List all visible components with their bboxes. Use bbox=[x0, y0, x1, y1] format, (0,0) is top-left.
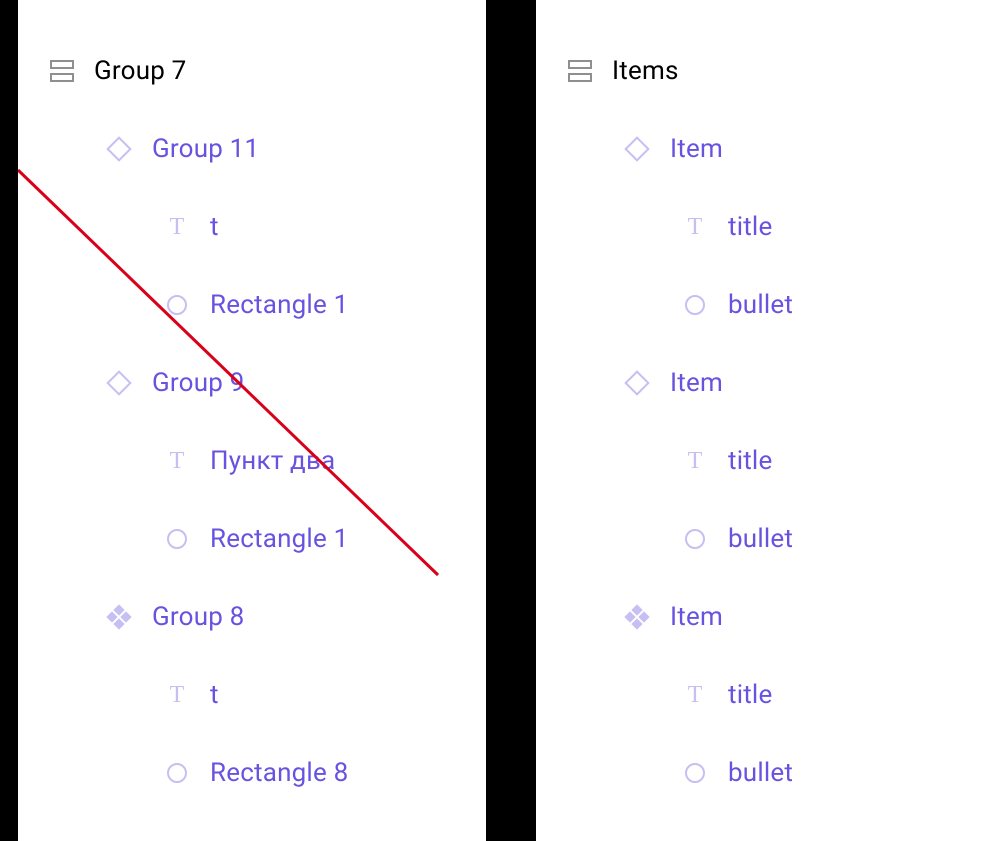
layer-label: Rectangle 1 bbox=[210, 290, 348, 320]
component-set-icon bbox=[108, 606, 152, 628]
layer-row-group[interactable]: Item bbox=[536, 344, 1000, 422]
layer-label: title bbox=[728, 446, 772, 476]
layer-label: Items bbox=[612, 56, 679, 86]
text-icon: T bbox=[684, 215, 728, 239]
layer-row-leaf[interactable]: Rectangle 1 bbox=[18, 500, 486, 578]
text-icon: T bbox=[166, 215, 210, 239]
layer-row-root[interactable]: Items bbox=[536, 32, 1000, 110]
layer-row-leaf[interactable]: Rectangle 1 bbox=[18, 266, 486, 344]
diamond-icon bbox=[626, 374, 670, 392]
layer-label: Rectangle 1 bbox=[210, 524, 348, 554]
layer-label: bullet bbox=[728, 524, 793, 554]
diamond-icon bbox=[108, 140, 152, 158]
layer-label: t bbox=[210, 680, 219, 710]
layer-label: Rectangle 8 bbox=[210, 758, 348, 788]
layer-label: Item bbox=[670, 368, 723, 398]
frame-icon bbox=[568, 60, 612, 82]
layer-label: Group 11 bbox=[152, 134, 259, 164]
layer-label: Пункт два bbox=[210, 446, 335, 476]
layer-row-leaf[interactable]: T t bbox=[18, 656, 486, 734]
layer-row-leaf[interactable]: bullet bbox=[536, 500, 1000, 578]
layer-row-leaf[interactable]: bullet bbox=[536, 734, 1000, 812]
layer-label: Item bbox=[670, 134, 723, 164]
layer-row-group[interactable]: Group 11 bbox=[18, 110, 486, 188]
layers-panel-right: Items Item T title bullet Item bbox=[536, 0, 1000, 841]
text-icon: T bbox=[684, 683, 728, 707]
layer-row-leaf[interactable]: T t bbox=[18, 188, 486, 266]
text-icon: T bbox=[166, 449, 210, 473]
text-icon: T bbox=[684, 449, 728, 473]
layer-label: Item bbox=[670, 602, 723, 632]
layer-label: Group 9 bbox=[152, 368, 245, 398]
layer-label: title bbox=[728, 680, 772, 710]
layer-label: title bbox=[728, 212, 772, 242]
frame-icon bbox=[50, 60, 94, 82]
component-set-icon bbox=[626, 606, 670, 628]
layer-row-leaf[interactable]: bullet bbox=[536, 266, 1000, 344]
layer-row-group[interactable]: Group 8 bbox=[18, 578, 486, 656]
layer-label: t bbox=[210, 212, 219, 242]
layer-label: Group 7 bbox=[94, 56, 187, 86]
circle-icon bbox=[684, 763, 728, 783]
diamond-icon bbox=[626, 140, 670, 158]
layer-row-root[interactable]: Group 7 bbox=[18, 32, 486, 110]
layer-row-leaf[interactable]: T title bbox=[536, 188, 1000, 266]
layer-row-group[interactable]: Item bbox=[536, 110, 1000, 188]
layer-row-group[interactable]: Group 9 bbox=[18, 344, 486, 422]
layer-row-group[interactable]: Item bbox=[536, 578, 1000, 656]
layers-panel-left: Group 7 Group 11 T t Rectangle 1 bbox=[18, 0, 486, 841]
layer-row-leaf[interactable]: T Пункт два bbox=[18, 422, 486, 500]
layer-row-leaf[interactable]: T title bbox=[536, 656, 1000, 734]
diamond-icon bbox=[108, 374, 152, 392]
layer-row-leaf[interactable]: T title bbox=[536, 422, 1000, 500]
text-icon: T bbox=[166, 683, 210, 707]
circle-icon bbox=[166, 295, 210, 315]
circle-icon bbox=[166, 529, 210, 549]
circle-icon bbox=[684, 529, 728, 549]
layer-label: Group 8 bbox=[152, 602, 245, 632]
layer-label: bullet bbox=[728, 758, 793, 788]
circle-icon bbox=[166, 763, 210, 783]
layer-label: bullet bbox=[728, 290, 793, 320]
layer-row-leaf[interactable]: Rectangle 8 bbox=[18, 734, 486, 812]
circle-icon bbox=[684, 295, 728, 315]
